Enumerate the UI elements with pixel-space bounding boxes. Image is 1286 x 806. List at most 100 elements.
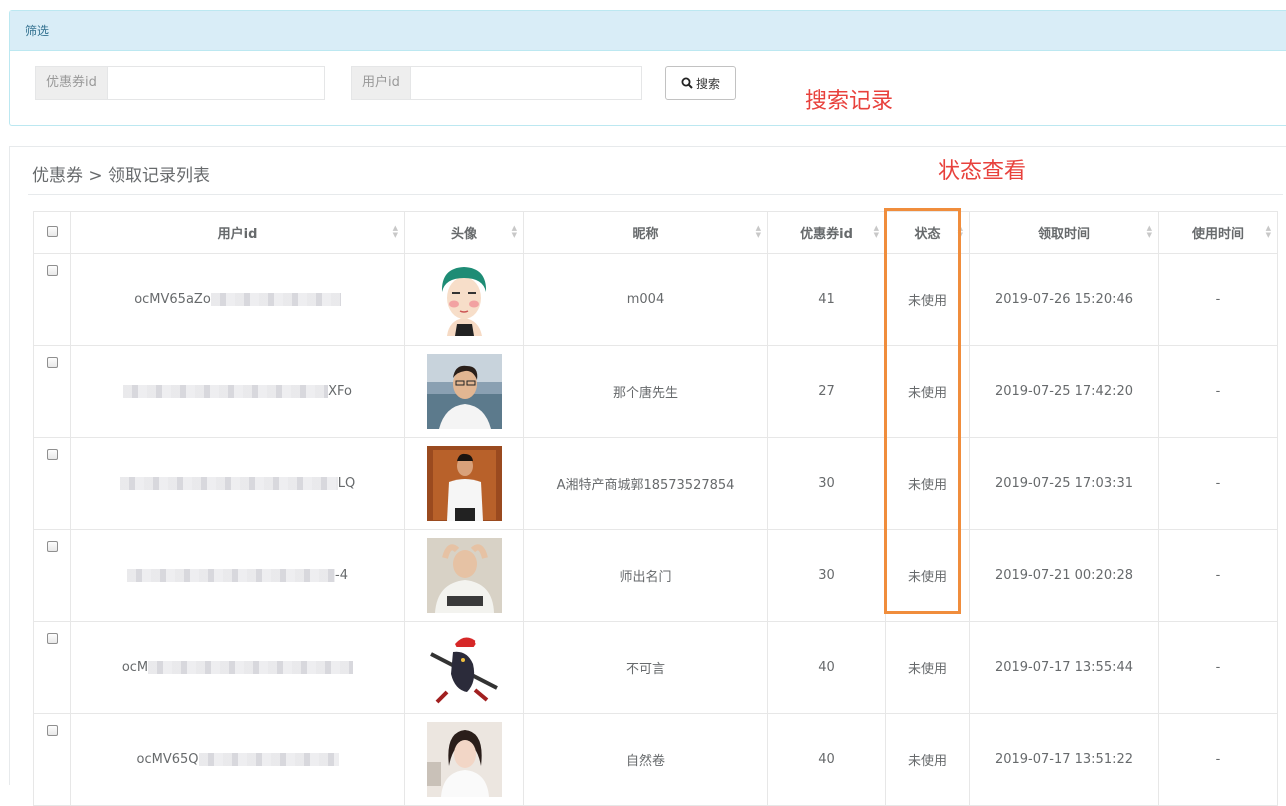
avatar-cell (404, 253, 524, 346)
row-select-cell (33, 713, 71, 806)
avatar[interactable] (426, 262, 502, 337)
search-icon (681, 77, 693, 89)
nickname-cell: 不可言 (523, 621, 768, 714)
row-select-cell (33, 529, 71, 622)
avatar-cell (404, 621, 524, 714)
redacted-text (148, 661, 354, 674)
receive-time-cell: 2019-07-25 17:42:20 (969, 345, 1159, 438)
breadcrumb: 优惠券 > 领取记录列表 (32, 166, 211, 186)
table-row: ocMV65Q 自然卷 40 未使用 2019-07-17 13:51:22 - (33, 713, 1278, 806)
sort-icon: ▲ ▼ (873, 224, 879, 239)
sort-icon: ▲ ▼ (1146, 224, 1152, 239)
avatar[interactable] (426, 630, 502, 705)
coupon-id-label: 优惠券id (35, 66, 107, 100)
user-id-cell: ocMV65Q (70, 713, 405, 806)
filter-panel: 筛选 优惠券id 用户id 搜索 (9, 10, 1286, 126)
user-id-cell: ocM (70, 621, 405, 714)
avatar-cell (404, 437, 524, 530)
status-cell: 未使用 (885, 621, 970, 714)
use-time-cell: - (1158, 621, 1278, 714)
use-time-cell: - (1158, 345, 1278, 438)
row-checkbox[interactable] (46, 265, 58, 276)
row-select-cell (33, 345, 71, 438)
table-row: LQ A湘特产商城郭18573527854 30 未使用 2019-07-25 … (33, 437, 1278, 530)
header-status[interactable]: 状态 ▲ ▼ (885, 211, 970, 254)
table-row: ocMV65aZo m004 41 未使用 2019-07-26 15:20:4… (33, 253, 1278, 346)
nickname-cell: 自然卷 (523, 713, 768, 806)
redacted-text (198, 753, 339, 766)
row-checkbox[interactable] (46, 541, 58, 552)
coupon-id-cell: 27 (767, 345, 886, 438)
receive-time-cell: 2019-07-17 13:51:22 (969, 713, 1159, 806)
row-checkbox[interactable] (46, 449, 58, 460)
coupon-id-cell: 40 (767, 621, 886, 714)
header-user-id[interactable]: 用户id ▲ ▼ (70, 211, 405, 254)
row-select-cell (33, 437, 71, 530)
nickname-cell: m004 (523, 253, 768, 346)
sort-icon: ▲ ▼ (755, 224, 761, 239)
record-table: 用户id ▲ ▼ 头像 ▲ ▼ 昵称 ▲ ▼ 优惠券id ▲ ▼ 状态 ▲ ▼ 领取时间 ▲ ▼ 使用时… (33, 211, 1278, 806)
coupon-id-cell: 30 (767, 437, 886, 530)
user-id-cell: -4 (70, 529, 405, 622)
status-cell: 未使用 (885, 345, 970, 438)
select-all-cell (33, 211, 71, 254)
use-time-cell: - (1158, 529, 1278, 622)
row-select-cell (33, 621, 71, 714)
header-use-time[interactable]: 使用时间 ▲ ▼ (1158, 211, 1278, 254)
table-row: XFo 那个唐先生 27 未使用 2019-07-25 17:42:20 - (33, 345, 1278, 438)
breadcrumb-divider (28, 194, 1283, 195)
header-nickname[interactable]: 昵称 ▲ ▼ (523, 211, 768, 254)
coupon-id-group: 优惠券id (35, 66, 325, 100)
row-checkbox[interactable] (46, 633, 58, 644)
table-row: -4 师出名门 30 未使用 2019-07-21 00:20:28 - (33, 529, 1278, 622)
redacted-text (119, 477, 338, 490)
status-cell: 未使用 (885, 529, 970, 622)
coupon-id-cell: 30 (767, 529, 886, 622)
avatar-cell (404, 713, 524, 806)
status-cell: 未使用 (885, 713, 970, 806)
row-checkbox[interactable] (46, 357, 58, 368)
redacted-text (210, 293, 341, 306)
table-header-row: 用户id ▲ ▼ 头像 ▲ ▼ 昵称 ▲ ▼ 优惠券id ▲ ▼ 状态 ▲ ▼ 领取时间 ▲ ▼ 使用时… (33, 211, 1278, 254)
avatar[interactable] (426, 538, 502, 613)
avatar[interactable] (426, 354, 502, 429)
user-id-input[interactable] (409, 66, 642, 100)
select-all-checkbox[interactable] (46, 226, 58, 237)
table-row: ocM 不可言 40 未使用 2019-07-17 13:55:44 - (33, 621, 1278, 714)
redacted-text (127, 569, 336, 582)
header-avatar[interactable]: 头像 ▲ ▼ (404, 211, 524, 254)
receive-time-cell: 2019-07-21 00:20:28 (969, 529, 1159, 622)
sort-icon: ▲ ▼ (1265, 224, 1271, 239)
redacted-text (123, 385, 329, 398)
filter-heading: 筛选 (10, 11, 1286, 51)
header-coupon-id[interactable]: 优惠券id ▲ ▼ (767, 211, 886, 254)
coupon-id-cell: 41 (767, 253, 886, 346)
coupon-id-cell: 40 (767, 713, 886, 806)
coupon-id-input[interactable] (106, 66, 325, 100)
header-receive-time[interactable]: 领取时间 ▲ ▼ (969, 211, 1159, 254)
receive-time-cell: 2019-07-25 17:03:31 (969, 437, 1159, 530)
use-time-cell: - (1158, 437, 1278, 530)
use-time-cell: - (1158, 253, 1278, 346)
avatar[interactable] (426, 722, 502, 797)
row-checkbox[interactable] (46, 725, 58, 736)
sort-icon: ▲ ▼ (392, 224, 398, 239)
status-cell: 未使用 (885, 253, 970, 346)
user-id-label: 用户id (351, 66, 410, 100)
avatar-cell (404, 345, 524, 438)
receive-time-cell: 2019-07-17 13:55:44 (969, 621, 1159, 714)
avatar-cell (404, 529, 524, 622)
search-button[interactable]: 搜索 (665, 66, 736, 100)
sort-icon: ▲ ▼ (511, 224, 517, 239)
search-annotation: 搜索记录 (805, 89, 894, 114)
sort-icon: ▲ ▼ (957, 224, 963, 239)
use-time-cell: - (1158, 713, 1278, 806)
receive-time-cell: 2019-07-26 15:20:46 (969, 253, 1159, 346)
user-id-group: 用户id (351, 66, 642, 100)
avatar[interactable] (426, 446, 502, 521)
user-id-cell: ocMV65aZo (70, 253, 405, 346)
search-button-label: 搜索 (695, 76, 720, 91)
nickname-cell: 那个唐先生 (523, 345, 768, 438)
status-cell: 未使用 (885, 437, 970, 530)
user-id-cell: LQ (70, 437, 405, 530)
